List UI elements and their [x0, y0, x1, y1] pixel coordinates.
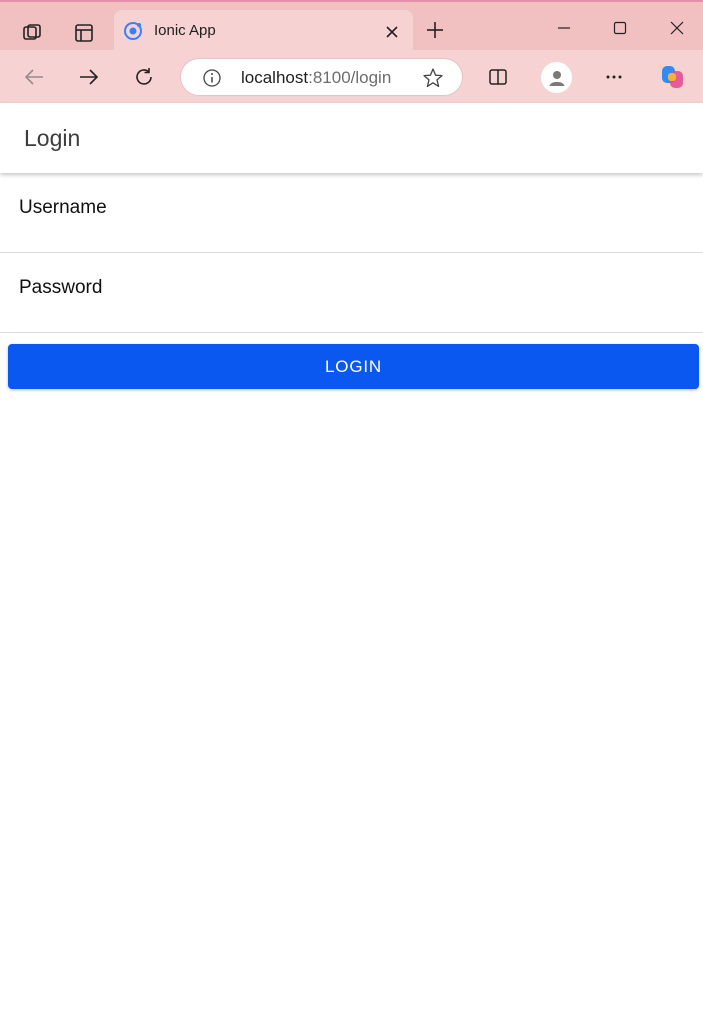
login-button[interactable]: LOGIN [8, 344, 699, 389]
ionic-logo-icon [122, 20, 144, 42]
close-icon[interactable] [382, 22, 402, 42]
copilot-icon[interactable] [658, 62, 688, 92]
browser-chrome: Ionic App localhost:8100/login [0, 0, 703, 104]
more-icon[interactable] [600, 63, 628, 91]
username-field[interactable] [140, 193, 680, 229]
vertical-tabs-icon[interactable] [70, 19, 98, 47]
password-item[interactable]: Password [0, 253, 703, 333]
minimize-icon[interactable] [550, 14, 578, 42]
close-window-icon[interactable] [663, 14, 691, 42]
login-form: Username Password LOGIN [0, 173, 703, 1018]
browser-toolbar: localhost:8100/login [0, 50, 703, 104]
info-icon[interactable] [201, 67, 223, 89]
url-path: :8100/login [308, 68, 392, 87]
forward-arrow-icon[interactable] [75, 63, 103, 91]
refresh-icon[interactable] [130, 63, 158, 91]
username-item[interactable]: Username [0, 173, 703, 253]
url-text: localhost:8100/login [241, 68, 391, 88]
password-label: Password [19, 277, 103, 298]
browser-tab[interactable]: Ionic App [114, 10, 413, 52]
star-icon[interactable] [421, 66, 445, 90]
address-bar[interactable]: localhost:8100/login [180, 58, 463, 96]
password-field[interactable] [140, 273, 680, 309]
url-host: localhost [241, 68, 309, 87]
profile-icon[interactable] [541, 62, 572, 93]
tab-strip: Ionic App [0, 2, 703, 52]
new-tab-button[interactable] [421, 18, 449, 46]
workspaces-icon[interactable] [18, 19, 46, 47]
maximize-icon[interactable] [606, 14, 634, 42]
split-screen-icon[interactable] [484, 63, 512, 91]
app-header: Login [0, 103, 703, 173]
username-label: Username [19, 197, 107, 218]
back-arrow-icon[interactable] [20, 63, 48, 91]
tab-title: Ionic App [154, 22, 216, 39]
plus-icon [425, 20, 445, 45]
page-title: Login [24, 125, 81, 151]
